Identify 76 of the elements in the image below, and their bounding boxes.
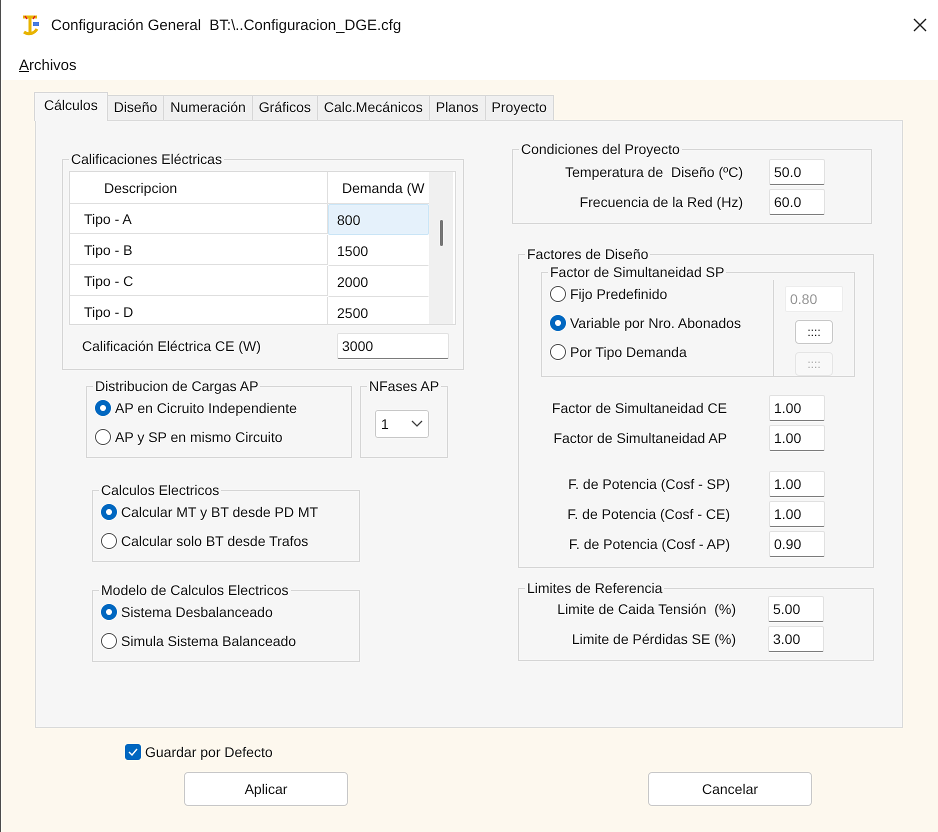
input-field[interactable]: 60.0 — [769, 189, 825, 215]
table-cell[interactable]: 2500 — [328, 297, 429, 324]
group-title: Calculos Electricos — [100, 482, 220, 498]
radio-label[interactable]: Calcular solo BT desde Trafos — [121, 533, 308, 549]
input-field[interactable]: 1.00 — [769, 395, 825, 421]
field-label: F. de Potencia (Cosf - AP) — [568, 536, 730, 552]
field-label: F. de Potencia (Cosf - CE) — [566, 506, 730, 522]
table-cell: Tipo - B — [70, 235, 328, 265]
table-cell[interactable]: 800 — [328, 204, 429, 235]
close-icon[interactable] — [912, 17, 928, 33]
field-label: Factor de Simultaneidad AP — [552, 430, 727, 446]
field-label: Factor de Simultaneidad CE — [550, 400, 727, 416]
group-title: Limites de Referencia — [526, 580, 664, 596]
window-title: Configuración General BT:\..Configuracion_DGE.cfg — [51, 16, 402, 34]
group-title: Calificaciones Eléctricas — [70, 151, 223, 167]
field-label: Temperatura de Diseño (ºC) — [564, 164, 743, 180]
field-label: Limite de Caida Tensión (%) — [556, 601, 736, 617]
tab[interactable]: Numeración — [163, 95, 253, 120]
radio-label[interactable]: Variable por Nro. Abonados — [570, 315, 741, 331]
radio-button[interactable] — [101, 533, 117, 549]
input-field[interactable]: 1.00 — [769, 501, 825, 527]
radio-label[interactable]: Fijo Predefinido — [570, 286, 668, 302]
group-title: Condiciones del Proyecto — [520, 141, 681, 157]
menu-item[interactable]: Archivos — [19, 56, 77, 74]
column-header: Descripcion — [70, 172, 328, 204]
tab[interactable]: Gráficos — [252, 95, 318, 120]
input-field[interactable]: 3000 — [337, 333, 449, 359]
ellipsis-button[interactable]: :::: — [795, 320, 833, 344]
group-title: Distribucion de Cargas AP — [94, 378, 260, 394]
group-title: Modelo de Calculos Electricos — [100, 582, 290, 598]
radio-label[interactable]: Simula Sistema Balanceado — [121, 633, 296, 649]
dialog-button[interactable]: Aplicar — [184, 772, 348, 806]
table-cell: Tipo - D — [70, 297, 328, 324]
input-field[interactable]: 1.00 — [769, 425, 825, 451]
checkmark-icon — [128, 748, 138, 756]
dropdown[interactable]: 1 — [375, 410, 429, 438]
radio-button[interactable] — [95, 400, 111, 416]
table-cell: Tipo - A — [70, 204, 328, 234]
radio-label[interactable]: Sistema Desbalanceado — [121, 604, 273, 620]
field-label: Calificación Eléctrica CE (W) — [82, 338, 262, 354]
tab[interactable]: Planos — [428, 95, 486, 120]
scrollbar-thumb[interactable] — [440, 220, 442, 246]
radio-button[interactable] — [101, 633, 117, 649]
table-cell[interactable]: 1500 — [328, 235, 429, 266]
input-field[interactable]: 3.00 — [768, 626, 824, 652]
radio-button[interactable] — [550, 286, 566, 302]
input-field[interactable]: 5.00 — [768, 596, 824, 622]
input-field[interactable]: 1.00 — [769, 471, 825, 497]
table-cell[interactable]: 2000 — [328, 266, 429, 297]
chevron-icon — [411, 420, 423, 428]
radio-label[interactable]: AP en Cicruito Independiente — [115, 400, 297, 416]
table-cell: Tipo - C — [70, 266, 328, 296]
field-label: F. de Potencia (Cosf - SP) — [567, 476, 730, 492]
checkbox-label[interactable]: Guardar por Defecto — [145, 744, 273, 760]
input-field[interactable]: 50.0 — [769, 159, 825, 185]
tab[interactable]: Proyecto — [484, 95, 554, 120]
radio-button[interactable] — [550, 344, 566, 360]
tab[interactable]: Calc.Mecánicos — [316, 95, 430, 120]
radio-button[interactable] — [101, 504, 117, 520]
tab[interactable]: Diseño — [106, 95, 164, 120]
group-title: Factor de Simultaneidad SP — [549, 264, 726, 280]
radio-button[interactable] — [101, 604, 117, 620]
tab[interactable]: Cálculos — [34, 92, 108, 121]
checkbox[interactable] — [125, 744, 141, 760]
app-icon — [21, 14, 41, 36]
input-field[interactable]: 0.90 — [769, 531, 825, 557]
field-label: Limite de Pérdidas SE (%) — [570, 631, 736, 647]
dialog-button[interactable]: Cancelar — [648, 772, 812, 806]
radio-label[interactable]: Calcular MT y BT desde PD MT — [121, 504, 318, 520]
radio-button[interactable] — [95, 429, 111, 445]
field-label: Frecuencia de la Red (Hz) — [578, 194, 743, 210]
group-title: NFases AP — [368, 378, 440, 394]
group-title: Factores de Diseño — [526, 246, 650, 262]
radio-label[interactable]: Por Tipo Demanda — [570, 344, 687, 360]
radio-label[interactable]: AP y SP en mismo Circuito — [115, 429, 283, 445]
radio-button[interactable] — [550, 315, 566, 331]
